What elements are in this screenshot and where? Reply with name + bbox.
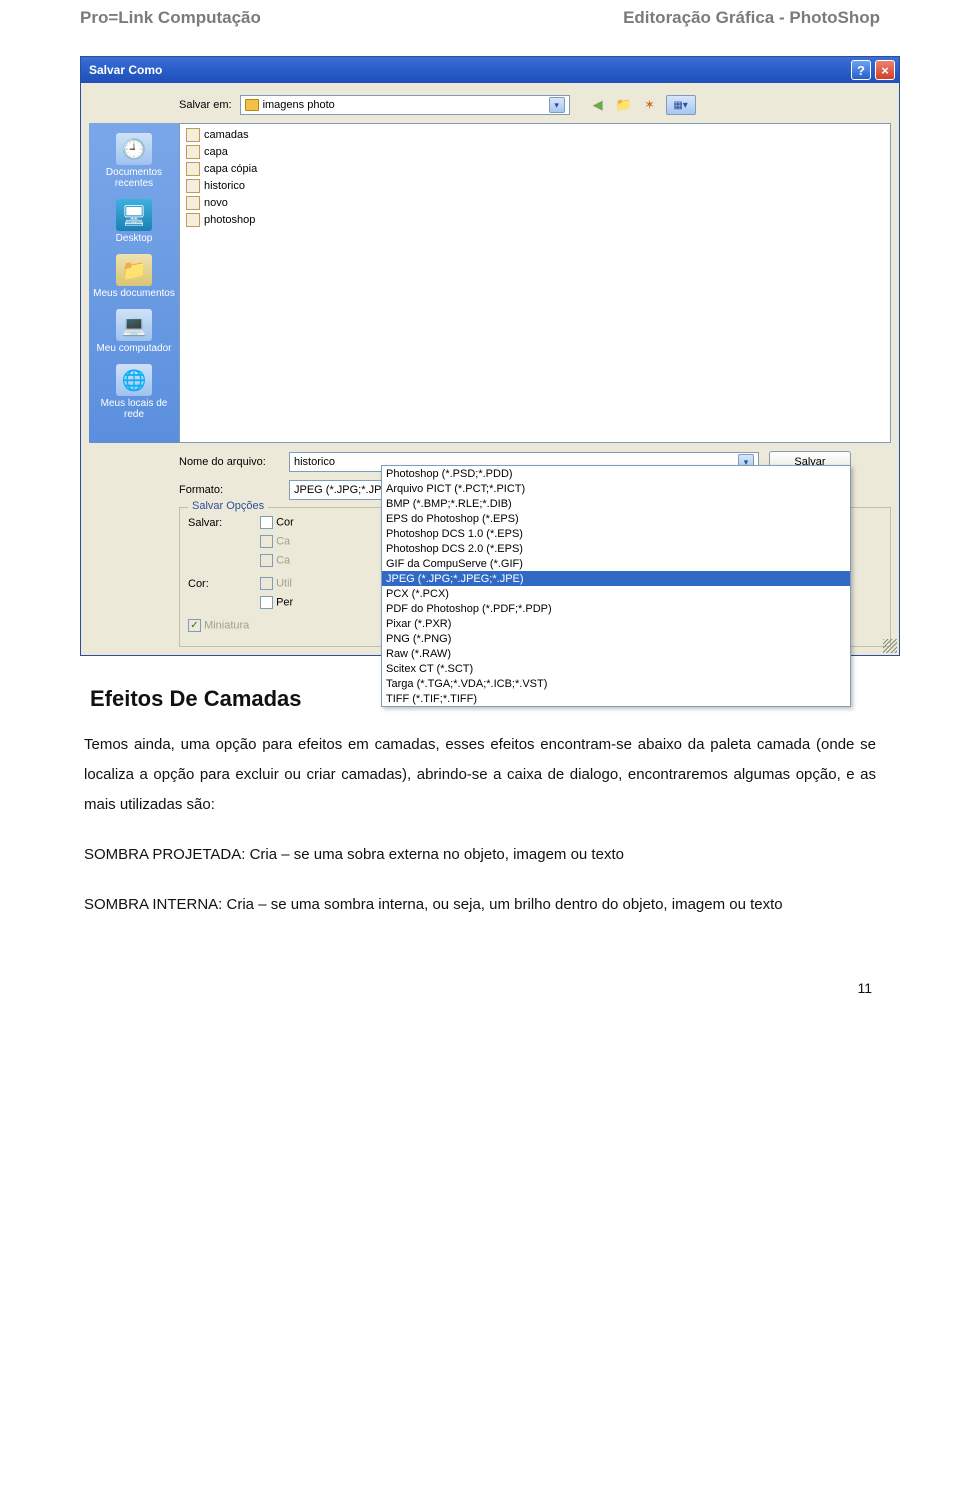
checkbox[interactable] <box>260 516 273 529</box>
format-option[interactable]: Arquivo PICT (*.PCT;*.PICT) <box>382 481 850 496</box>
header-right: Editoração Gráfica - PhotoShop <box>623 8 880 28</box>
file-icon <box>186 162 200 176</box>
format-option[interactable]: PNG (*.PNG) <box>382 631 850 646</box>
format-option-selected[interactable]: JPEG (*.JPG;*.JPEG;*.JPE) <box>382 571 850 586</box>
article-body: Efeitos De Camadas Temos ainda, uma opçã… <box>80 686 880 996</box>
page-header: Pro=Link Computação Editoração Gráfica -… <box>80 0 880 42</box>
format-option[interactable]: Scitex CT (*.SCT) <box>382 661 850 676</box>
file-icon <box>186 145 200 159</box>
format-label: Formato: <box>179 484 279 496</box>
file-icon <box>186 179 200 193</box>
file-item[interactable]: capa <box>186 143 884 160</box>
resize-grip-icon[interactable] <box>883 639 897 653</box>
article-paragraph: SOMBRA INTERNA: Cria – se uma sombra int… <box>84 890 876 920</box>
place-mycomputer[interactable]: 💻 Meu computador <box>89 305 179 358</box>
dialog-title: Salvar Como <box>89 63 162 77</box>
format-option[interactable]: Photoshop DCS 2.0 (*.EPS) <box>382 541 850 556</box>
desktop-icon: 🖥 <box>116 199 152 231</box>
format-option[interactable]: Pixar (*.PXR) <box>382 616 850 631</box>
up-folder-icon[interactable]: 📁 <box>614 95 634 115</box>
save-opts-label: Salvar: <box>188 517 248 529</box>
filename-label: Nome do arquivo: <box>179 456 279 468</box>
network-places-icon: 🌐 <box>116 364 152 396</box>
file-icon <box>186 128 200 142</box>
file-item[interactable]: novo <box>186 194 884 211</box>
file-icon <box>186 196 200 210</box>
file-item[interactable]: historico <box>186 177 884 194</box>
screenshot-figure: Salvar Como ? × Salvar em: imagens photo… <box>80 56 880 656</box>
format-option[interactable]: Photoshop (*.PSD;*.PDD) <box>382 466 850 481</box>
page-number: 11 <box>84 980 876 996</box>
folder-icon <box>245 99 259 111</box>
checkbox <box>260 577 273 590</box>
new-folder-icon[interactable]: ✶ <box>640 95 660 115</box>
file-item[interactable]: photoshop <box>186 211 884 228</box>
place-mydocs[interactable]: 📁 Meus documentos <box>89 250 179 303</box>
back-icon[interactable]: ◀ <box>588 95 608 115</box>
format-dropdown-list[interactable]: Photoshop (*.PSD;*.PDD) Arquivo PICT (*.… <box>381 465 851 707</box>
my-documents-icon: 📁 <box>116 254 152 286</box>
article-paragraph: SOMBRA PROJETADA: Cria – se uma sobra ex… <box>84 840 876 870</box>
color-opts-label: Cor: <box>188 578 248 590</box>
save-in-label: Salvar em: <box>179 99 232 111</box>
close-button[interactable]: × <box>875 60 895 80</box>
views-icon[interactable]: ▦▾ <box>666 95 696 115</box>
recent-docs-icon: 🕘 <box>116 133 152 165</box>
save-as-dialog: Salvar Como ? × Salvar em: imagens photo… <box>80 56 900 656</box>
places-bar: 🕘 Documentos recentes 🖥 Desktop 📁 Meus d… <box>89 123 179 443</box>
article-paragraph: Temos ainda, uma opção para efeitos em c… <box>84 730 876 820</box>
titlebar[interactable]: Salvar Como ? × <box>81 57 899 83</box>
file-item[interactable]: capa cópia <box>186 160 884 177</box>
format-option[interactable]: Photoshop DCS 1.0 (*.EPS) <box>382 526 850 541</box>
help-button[interactable]: ? <box>851 60 871 80</box>
checkbox <box>260 554 273 567</box>
format-option[interactable]: BMP (*.BMP;*.RLE;*.DIB) <box>382 496 850 511</box>
save-options-title: Salvar Opções <box>188 500 268 512</box>
header-left: Pro=Link Computação <box>80 8 261 28</box>
chevron-down-icon[interactable]: ▾ <box>549 97 565 113</box>
format-option[interactable]: Targa (*.TGA;*.VDA;*.ICB;*.VST) <box>382 676 850 691</box>
place-recent[interactable]: 🕘 Documentos recentes <box>89 129 179 193</box>
format-option[interactable]: GIF da CompuServe (*.GIF) <box>382 556 850 571</box>
format-option[interactable]: PDF do Photoshop (*.PDF;*.PDP) <box>382 601 850 616</box>
file-list[interactable]: camadas capa capa cópia historico novo p… <box>179 123 891 443</box>
format-option[interactable]: Raw (*.RAW) <box>382 646 850 661</box>
format-option[interactable]: EPS do Photoshop (*.EPS) <box>382 511 850 526</box>
format-option[interactable]: PCX (*.PCX) <box>382 586 850 601</box>
checkbox <box>260 535 273 548</box>
format-option[interactable]: TIFF (*.TIF;*.TIFF) <box>382 691 850 706</box>
save-in-value: imagens photo <box>263 99 545 111</box>
place-desktop[interactable]: 🖥 Desktop <box>89 195 179 248</box>
save-in-combo[interactable]: imagens photo ▾ <box>240 95 570 115</box>
place-network[interactable]: 🌐 Meus locais de rede <box>89 360 179 424</box>
checkbox <box>188 619 201 632</box>
my-computer-icon: 💻 <box>116 309 152 341</box>
checkbox[interactable] <box>260 596 273 609</box>
file-icon <box>186 213 200 227</box>
file-item[interactable]: camadas <box>186 126 884 143</box>
